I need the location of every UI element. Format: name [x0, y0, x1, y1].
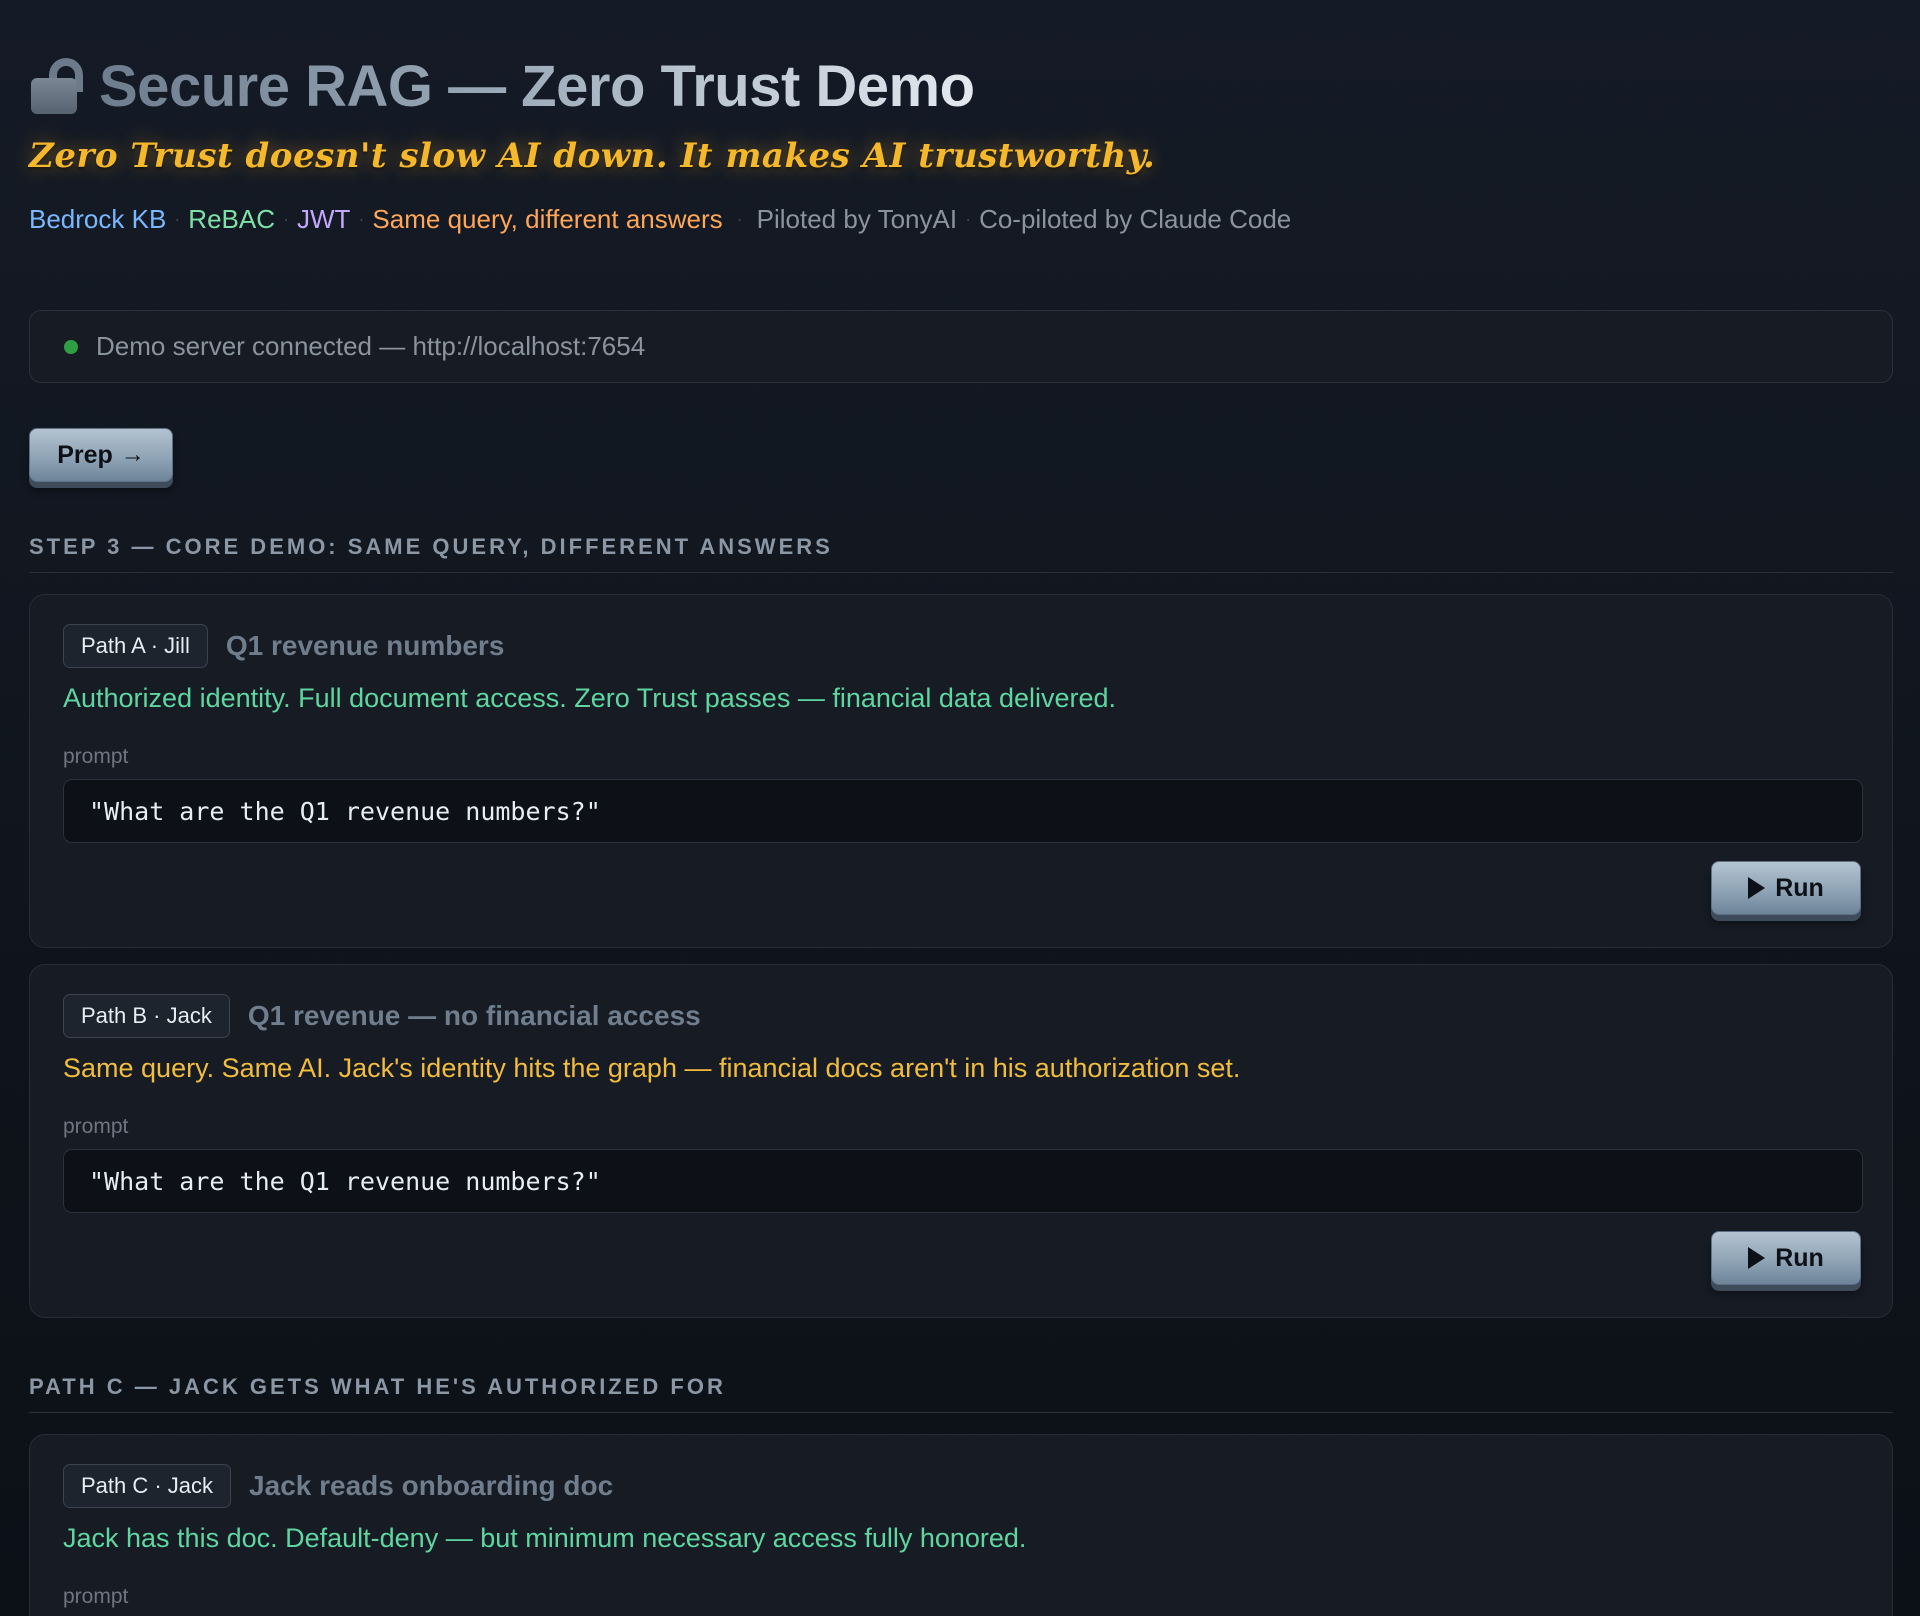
card-title: Q1 revenue — no financial access — [247, 1000, 701, 1031]
path-badge: Path C · Jack — [63, 1464, 232, 1508]
tag-bedrock-kb: Bedrock KB — [29, 204, 167, 234]
credit-copilot: Co-piloted by Claude Code — [979, 204, 1292, 234]
prompt-field[interactable]: "What are the Q1 revenue numbers?" — [63, 1149, 1863, 1213]
server-status-bar: Demo server connected — http://localhost… — [29, 310, 1893, 383]
tagline: Zero Trust doesn't slow AI down. It make… — [29, 136, 1156, 176]
tag-separator: · — [358, 209, 365, 229]
prompt-label: prompt — [63, 1115, 129, 1138]
play-icon — [1748, 877, 1766, 899]
section-heading-step3: STEP 3 — CORE DEMO: SAME QUERY, DIFFEREN… — [29, 534, 1893, 573]
path-badge: Path B · Jack — [63, 994, 230, 1038]
play-icon — [1748, 1247, 1766, 1269]
run-button[interactable]: Run — [1711, 1231, 1861, 1285]
run-button-label: Run — [1775, 873, 1824, 902]
status-dot-icon — [64, 339, 78, 354]
tag-separator: · — [283, 209, 289, 229]
prompt-label: prompt — [63, 745, 129, 768]
arrow-right-icon: → — [120, 441, 145, 468]
card-description: Jack has this doc. Default-deny — but mi… — [63, 1523, 1027, 1553]
card-description: Same query. Same AI. Jack's identity hit… — [63, 1053, 1241, 1083]
prep-button[interactable]: Prep → — [29, 428, 173, 482]
path-card-b: Path B · Jack Q1 revenue — no financial … — [29, 964, 1893, 1318]
card-title: Jack reads onboarding doc — [249, 1470, 614, 1501]
run-button[interactable]: Run — [1711, 861, 1861, 915]
credit-pilot: Piloted by TonyAI — [756, 204, 958, 234]
prompt-label: prompt — [63, 1585, 129, 1608]
run-button-label: Run — [1775, 1243, 1824, 1272]
tag-rebac: ReBAC — [188, 204, 275, 234]
tag-separator: · — [736, 209, 743, 229]
lock-icon — [29, 58, 85, 114]
path-badge: Path A · Jill — [63, 624, 208, 668]
path-card-a: Path A · Jill Q1 revenue numbers Authori… — [29, 594, 1893, 948]
prompt-field[interactable]: "What are the Q1 revenue numbers?" — [63, 779, 1863, 843]
card-description: Authorized identity. Full document acces… — [63, 683, 1117, 713]
page-title: Secure RAG — Zero Trust Demo — [99, 53, 975, 119]
card-title: Q1 revenue numbers — [225, 630, 505, 661]
tag-separator: · — [965, 209, 972, 229]
tag-same-query: Same query, different answers — [372, 204, 723, 234]
path-card-c: Path C · Jack Jack reads onboarding doc … — [29, 1434, 1893, 1616]
prep-button-label: Prep — [57, 440, 113, 469]
status-text: Demo server connected — http://localhost… — [96, 331, 646, 361]
tag-list: Bedrock KB · ReBAC · JWT · Same query, d… — [29, 204, 1291, 235]
section-heading-path-c: PATH C — JACK GETS WHAT HE'S AUTHORIZED … — [29, 1374, 1893, 1413]
tag-separator: · — [174, 209, 181, 229]
tag-jwt: JWT — [297, 204, 351, 234]
page-header: Secure RAG — Zero Trust Demo — [29, 50, 975, 122]
